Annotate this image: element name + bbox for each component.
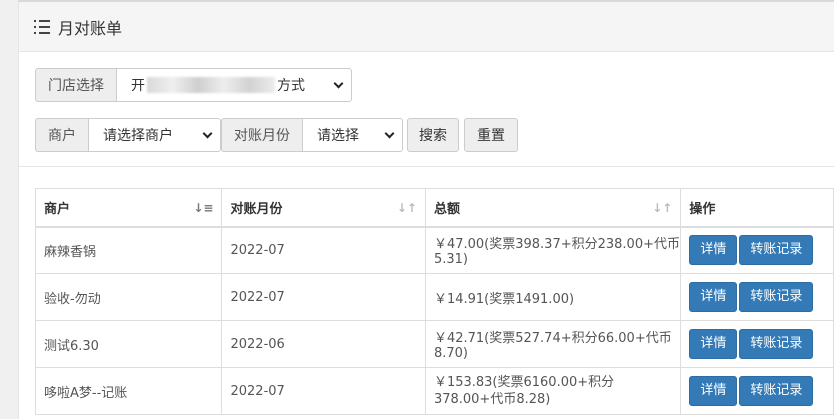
merchant-cell: 哆啦A梦--记账 — [34, 367, 223, 415]
divider — [19, 166, 834, 167]
store-select-value-end: 方式 — [277, 78, 305, 94]
content-panel: 月对账单 门店选择 开 方式 商户 请选择商户 对账月份 请选择 搜索 重置 商… — [18, 0, 834, 419]
merchant-select-label: 商户 — [35, 118, 88, 152]
table-row: 验收-勿动 2022-07 ￥14.91(奖票1491.00) 详情 转账记录 — [34, 273, 834, 321]
table-row: 哆啦A梦--记账 2022-07 ￥153.83(奖票6160.00+积分378… — [34, 367, 834, 415]
store-select[interactable]: 开 方式 — [116, 68, 352, 102]
total-cell: ￥14.91(奖票1491.00) — [424, 273, 682, 321]
panel-header: 月对账单 — [19, 2, 834, 52]
month-cell: 2022-07 — [221, 273, 426, 321]
redacted-text — [147, 77, 275, 93]
column-header-month[interactable]: 对账月份 ↓↑ — [221, 188, 426, 228]
merchant-select-value: 请选择商户 — [103, 128, 173, 144]
statement-table: 商户 ↓≡ 对账月份 ↓↑ 总额 ↓↑ 操作 麻辣香锅 2022-07 ￥47.… — [34, 188, 834, 415]
actions-cell: 详情 转账记录 — [680, 273, 834, 321]
month-select[interactable]: 请选择 — [302, 118, 403, 152]
chevron-down-icon — [202, 128, 213, 139]
month-cell: 2022-06 — [221, 320, 426, 368]
page-title: 月对账单 — [58, 18, 123, 38]
month-cell: 2022-07 — [221, 226, 426, 274]
transfer-record-button[interactable]: 转账记录 — [739, 235, 814, 266]
actions-cell: 详情 转账记录 — [680, 367, 834, 415]
reset-button[interactable]: 重置 — [464, 118, 518, 152]
search-button[interactable]: 搜索 — [407, 118, 459, 152]
merchant-select[interactable]: 请选择商户 — [88, 118, 221, 152]
month-cell: 2022-07 — [221, 367, 426, 415]
detail-button[interactable]: 详情 — [689, 376, 738, 406]
month-select-label: 对账月份 — [221, 118, 302, 152]
month-select-group: 对账月份 请选择 — [221, 118, 403, 152]
table-row: 测试6.30 2022-06 ￥42.71(奖票527.74+积分66.00+代… — [34, 320, 834, 368]
transfer-record-button[interactable]: 转账记录 — [739, 282, 814, 312]
transfer-record-button[interactable]: 转账记录 — [739, 329, 814, 359]
total-cell: ￥47.00(奖票398.37+积分238.00+代币5.31) — [424, 226, 682, 274]
column-header-actions: 操作 — [680, 188, 834, 228]
month-select-value: 请选择 — [317, 128, 359, 144]
column-header-total[interactable]: 总额 ↓↑ — [424, 188, 682, 228]
store-select-label: 门店选择 — [35, 68, 116, 102]
merchant-cell: 麻辣香锅 — [34, 226, 223, 274]
table-row: 麻辣香锅 2022-07 ￥47.00(奖票398.37+积分238.00+代币… — [34, 226, 834, 274]
merchant-cell: 测试6.30 — [34, 320, 223, 368]
detail-button[interactable]: 详情 — [689, 329, 738, 359]
actions-cell: 详情 转账记录 — [680, 226, 834, 274]
store-select-value-start: 开 — [131, 78, 145, 94]
chevron-down-icon — [384, 128, 395, 139]
detail-button[interactable]: 详情 — [689, 282, 738, 312]
merchant-cell: 验收-勿动 — [34, 273, 223, 321]
total-cell: ￥153.83(奖票6160.00+积分378.00+代币8.28) — [424, 367, 682, 415]
list-icon — [34, 19, 50, 34]
detail-button[interactable]: 详情 — [689, 235, 738, 266]
column-header-merchant[interactable]: 商户 ↓≡ — [34, 188, 223, 228]
chevron-down-icon — [333, 78, 344, 89]
merchant-select-group: 商户 请选择商户 — [35, 118, 221, 152]
sort-icon: ↓↑ — [652, 201, 673, 215]
total-cell: ￥42.71(奖票527.74+积分66.00+代币8.70) — [424, 320, 682, 368]
store-select-group: 门店选择 开 方式 — [35, 68, 352, 102]
sort-icon: ↓↑ — [396, 201, 417, 215]
transfer-record-button[interactable]: 转账记录 — [739, 376, 814, 406]
sort-desc-icon: ↓≡ — [193, 201, 214, 215]
actions-cell: 详情 转账记录 — [680, 320, 834, 368]
